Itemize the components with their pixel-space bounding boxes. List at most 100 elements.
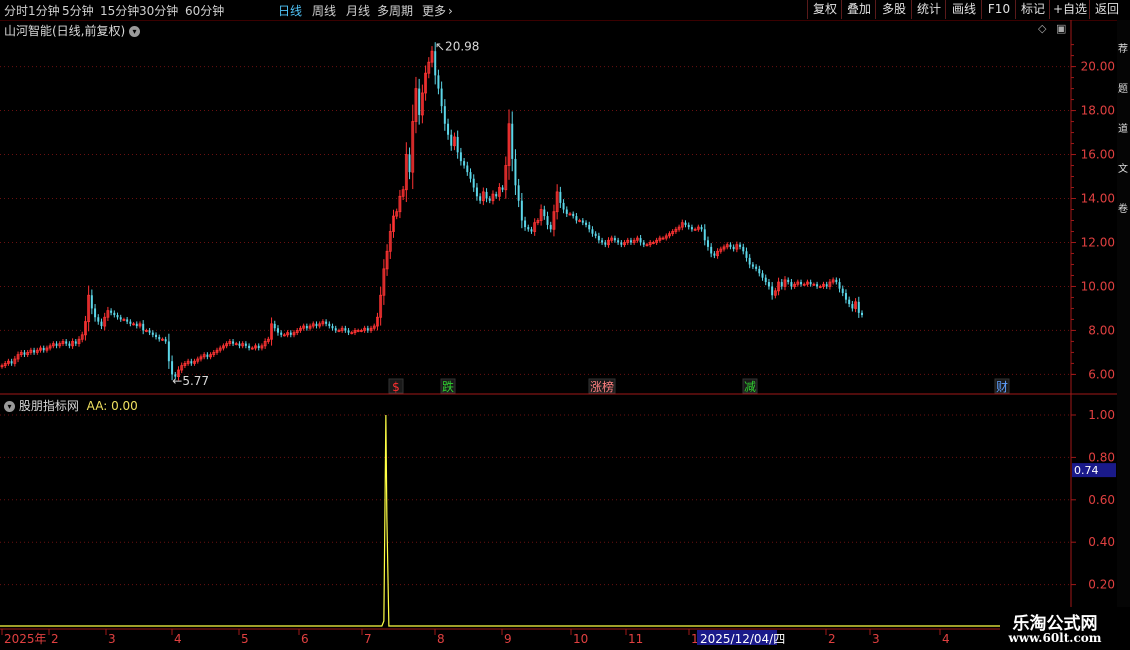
candle-body-down: [565, 209, 568, 214]
candle-body-down: [739, 244, 742, 247]
side-strip: 荐 题 道 文 卷: [1117, 20, 1130, 607]
price-axis-label: 6.00: [1088, 367, 1115, 381]
date-axis-label: 6: [301, 632, 309, 646]
candle-body-down: [690, 227, 693, 230]
candle-body-down: [472, 178, 475, 188]
candle-body-down: [55, 343, 58, 346]
candle-body-down: [495, 194, 498, 197]
candle-body-down: [594, 233, 597, 236]
candle-body-down: [65, 341, 68, 344]
candle-body-down: [825, 284, 828, 287]
candle-body-down: [613, 238, 616, 241]
candle-body-down: [767, 282, 770, 287]
candle-body-down: [591, 229, 594, 234]
price-axis-label: 10.00: [1081, 279, 1115, 293]
cursor-date-text: 2025/12/04/四: [700, 632, 785, 646]
candle-body-down: [347, 330, 350, 333]
candle-body-down: [437, 75, 440, 89]
candle-body-down: [844, 293, 847, 300]
candle-body-down: [700, 227, 703, 230]
candle-body-down: [167, 341, 170, 362]
candle-body-down: [366, 328, 369, 331]
candle-body-down: [257, 345, 260, 349]
chevron-down-icon[interactable]: ▾: [4, 401, 15, 412]
candle-body-down: [751, 264, 754, 267]
candle-body-down: [816, 284, 819, 287]
indicator-line: [0, 414, 1071, 627]
candle-body-down: [331, 326, 334, 329]
candle-body-down: [116, 315, 119, 318]
candle-body-down: [514, 158, 517, 186]
candle-body-down: [857, 301, 860, 313]
candle-body-down: [475, 187, 478, 197]
candle-body-down: [129, 321, 132, 324]
side-strip-item[interactable]: 荐: [1118, 40, 1128, 55]
side-strip-item[interactable]: 卷: [1118, 200, 1128, 215]
candle-body-down: [809, 282, 812, 285]
side-strip-item[interactable]: 道: [1118, 120, 1128, 135]
candle-body-down: [748, 257, 751, 265]
side-strip-item[interactable]: 题: [1118, 80, 1128, 95]
date-axis-label: 2: [51, 632, 59, 646]
candle-body-down: [110, 310, 113, 313]
candle-body-down: [790, 282, 793, 287]
candle-body-down: [620, 242, 623, 245]
event-marker-label: 涨榜: [590, 379, 614, 394]
candle-body-down: [527, 227, 530, 230]
candle-body-down: [238, 343, 241, 346]
candle-body-down: [135, 323, 138, 327]
candle-body-down: [764, 277, 767, 283]
candle-body-down: [575, 216, 578, 221]
candle-body-down: [835, 279, 838, 283]
candle-body-down: [113, 312, 116, 316]
candle-body-down: [597, 235, 600, 241]
candle-body-down: [629, 240, 632, 243]
indicator-name: 股朋指标网: [18, 399, 79, 413]
watermark-url: www.60lt.com: [1008, 631, 1102, 645]
candle-body-down: [126, 319, 129, 322]
side-strip-item[interactable]: 文: [1118, 160, 1128, 175]
candle-body-down: [771, 286, 774, 296]
candle-body-down: [434, 51, 437, 76]
candle-body-down: [841, 288, 844, 294]
candle-body-down: [315, 323, 318, 327]
event-marker-label: 财: [996, 380, 1008, 394]
candle-body-down: [601, 240, 604, 243]
candle-body-down: [581, 220, 584, 223]
candle-body-down: [94, 308, 97, 318]
candle-body-down: [703, 229, 706, 241]
candle-body-down: [97, 317, 100, 322]
candle-body-down: [456, 136, 459, 153]
candle-body-down: [190, 361, 193, 364]
candle-body-down: [479, 196, 482, 201]
candle-body-down: [305, 326, 308, 329]
candle-body-down: [328, 323, 331, 327]
date-axis-label: 3: [872, 632, 880, 646]
indicator-axis-label: 0.80: [1088, 450, 1115, 464]
candle-body-down: [408, 154, 411, 173]
indicator-title[interactable]: ▾ 股朋指标网 AA: 0.00: [4, 397, 138, 414]
candle-body-down: [469, 172, 472, 179]
candle-body-down: [344, 328, 347, 331]
date-axis-label: 2025年: [4, 632, 47, 646]
price-axis-label: 8.00: [1088, 323, 1115, 337]
candle-body-down: [74, 341, 77, 344]
indicator-axis-label: 0.20: [1088, 578, 1115, 592]
candle-body-down: [524, 220, 527, 228]
candle-body-down: [520, 200, 523, 221]
candle-body-down: [517, 185, 520, 201]
kline-chart: 20.00 18.00 16.00 14.00 12.00 10.00 8.00 6.00 ↖2…: [0, 20, 1117, 646]
candle-body-down: [684, 222, 687, 225]
candle-body-down: [23, 352, 26, 355]
candle-body-down: [273, 323, 276, 329]
price-axis-label: 12.00: [1081, 235, 1115, 249]
candle-body-down: [732, 246, 735, 250]
date-axis-label: 8: [437, 632, 445, 646]
candle-body-down: [248, 345, 251, 349]
candle-body-down: [530, 229, 533, 232]
candle-body-down: [838, 282, 841, 289]
date-axis-label: 2: [828, 632, 836, 646]
candle-body-down: [861, 312, 863, 316]
candle-body-down: [334, 328, 337, 331]
candle-body-down: [745, 251, 748, 258]
